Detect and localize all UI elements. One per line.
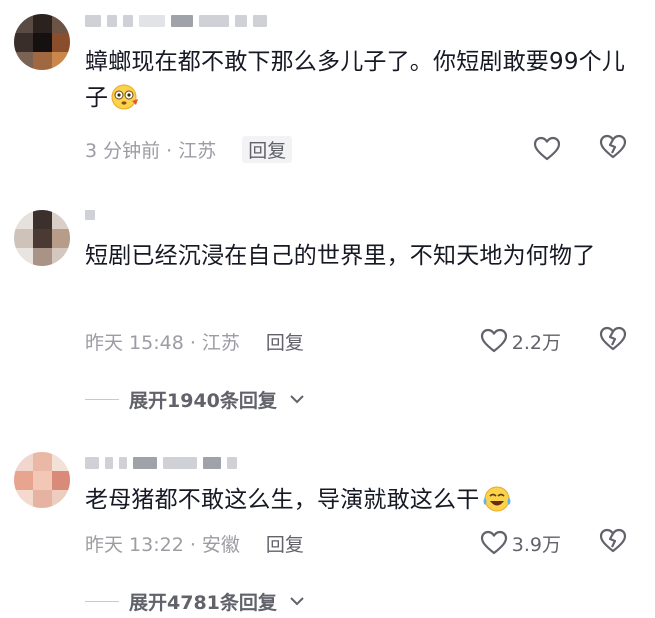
crying-laughing-emoji — [481, 485, 513, 524]
expand-replies-button[interactable]: 展开1940条回复 — [85, 386, 305, 412]
comment-text: 蟑螂现在都不敢下那么多儿子了。你短剧敢要99个儿子 — [85, 44, 633, 122]
divider — [85, 398, 119, 400]
comment-meta: 昨天 15:48 · 江苏 回复 — [85, 328, 304, 354]
heart-outline-icon — [480, 328, 507, 353]
flushed-face-emoji — [110, 83, 140, 122]
dislike-button[interactable] — [599, 326, 627, 356]
broken-heart-icon — [599, 326, 627, 351]
comment-actions: 2.2万 — [480, 326, 627, 356]
heart-outline-icon — [533, 136, 561, 161]
avatar[interactable] — [14, 210, 70, 266]
dislike-button[interactable] — [599, 528, 627, 558]
username[interactable] — [85, 12, 267, 30]
chevron-down-icon — [290, 395, 304, 404]
expand-replies-button[interactable]: 展开4781条回复 — [85, 588, 305, 614]
username[interactable] — [85, 454, 237, 472]
username[interactable] — [85, 206, 95, 224]
comment-meta: 昨天 13:22 · 安徽 回复 — [85, 530, 304, 556]
divider — [85, 600, 119, 602]
avatar[interactable] — [14, 14, 70, 70]
reply-button[interactable]: 回复 — [266, 530, 304, 557]
like-count: 3.9万 — [511, 533, 561, 556]
timestamp-location: 昨天 15:48 · 江苏 — [85, 331, 240, 354]
comment-text: 老母猪都不敢这么生，导演就敢这么干 — [85, 482, 633, 524]
like-button[interactable]: 3.9万 — [480, 530, 561, 557]
comment-item: 蟑螂现在都不敢下那么多儿子了。你短剧敢要99个儿子 3 分钟前 · 江苏 回复 — [0, 0, 655, 180]
like-button[interactable] — [533, 136, 561, 162]
comment-actions — [533, 134, 627, 164]
comment-meta: 3 分钟前 · 江苏 回复 — [85, 135, 293, 163]
broken-heart-icon — [599, 134, 627, 159]
reply-button[interactable]: 回复 — [266, 328, 304, 355]
avatar[interactable] — [14, 452, 70, 508]
timestamp-location: 昨天 13:22 · 安徽 — [85, 533, 240, 556]
timestamp-location: 3 分钟前 · 江苏 — [85, 139, 217, 162]
broken-heart-icon — [599, 528, 627, 553]
chevron-down-icon — [290, 597, 304, 606]
comment-text: 短剧已经沉浸在自己的世界里，不知天地为何物了 — [85, 243, 596, 269]
comment-list: 蟑螂现在都不敢下那么多儿子了。你短剧敢要99个儿子 3 分钟前 · 江苏 回复 — [0, 0, 655, 618]
reply-button[interactable]: 回复 — [242, 135, 293, 163]
dislike-button[interactable] — [599, 134, 627, 164]
comment-actions: 3.9万 — [480, 528, 627, 558]
like-button[interactable]: 2.2万 — [480, 328, 561, 355]
heart-outline-icon — [480, 530, 507, 555]
like-count: 2.2万 — [511, 331, 561, 354]
